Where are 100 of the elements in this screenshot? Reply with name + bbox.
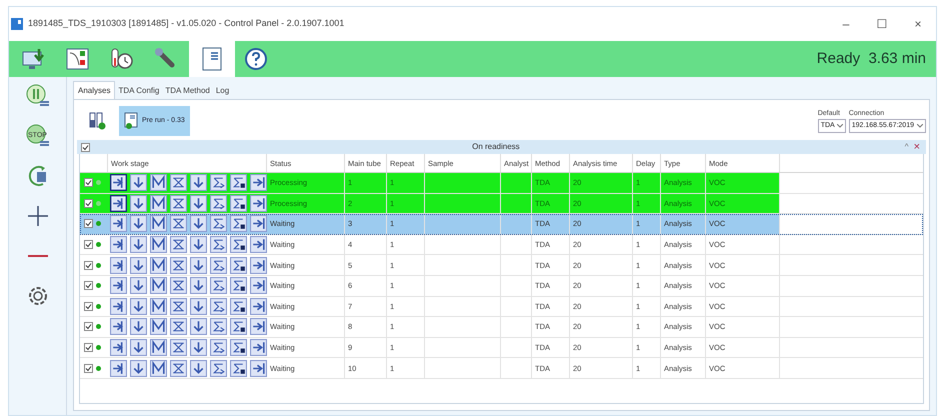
work-stage-icon[interactable] — [150, 360, 167, 377]
work-stage-icon[interactable] — [110, 360, 127, 377]
work-stage-icon[interactable] — [230, 298, 247, 315]
close-button[interactable]: × — [900, 15, 936, 33]
collapse-button[interactable]: ^ — [902, 141, 912, 153]
table-cell — [501, 173, 532, 193]
work-stage-icon[interactable] — [130, 256, 147, 274]
work-stage-icon[interactable] — [230, 277, 247, 294]
work-stage-icon[interactable] — [130, 339, 147, 356]
check-icon — [82, 144, 89, 150]
work-stage-icon[interactable] — [190, 256, 207, 274]
minus-icon[interactable] — [28, 255, 48, 257]
work-stage-icon[interactable] — [250, 277, 267, 294]
work-stage-icon[interactable] — [110, 277, 127, 294]
check-icon — [85, 364, 92, 372]
check-icon — [85, 179, 92, 186]
work-stage-icon[interactable] — [250, 318, 267, 336]
group-checkbox[interactable] — [81, 142, 90, 152]
work-stage-icon[interactable] — [130, 360, 147, 377]
work-stage-icon[interactable] — [230, 236, 247, 254]
work-stage-icon[interactable] — [210, 318, 227, 336]
row-checkbox[interactable] — [84, 364, 93, 373]
check-icon — [85, 241, 92, 248]
tab[interactable]: TDA Config — [115, 83, 162, 99]
work-stage-icon[interactable] — [110, 339, 127, 356]
work-stage-icon[interactable] — [210, 360, 227, 377]
work-stage-icon[interactable] — [170, 236, 187, 254]
work-stage-icon[interactable] — [230, 174, 247, 192]
check-icon — [85, 323, 92, 330]
work-stage-icon[interactable] — [190, 277, 207, 294]
maximize-button[interactable]: ☐ — [864, 15, 900, 33]
work-stage-icon[interactable] — [210, 339, 227, 356]
work-stage-icon[interactable] — [230, 215, 247, 232]
work-stage-icon[interactable] — [210, 277, 227, 294]
work-stage-icon[interactable] — [170, 298, 187, 315]
work-stage-icon[interactable] — [230, 318, 247, 336]
row-checkbox[interactable] — [84, 260, 93, 270]
row-checkbox[interactable] — [84, 240, 93, 250]
tab[interactable]: Log — [212, 83, 232, 99]
tubes-icon — [87, 111, 107, 131]
check-icon — [85, 220, 92, 228]
pause-list-icon — [24, 83, 50, 109]
work-stage-icon[interactable] — [230, 339, 247, 356]
tab[interactable]: TDA Method — [162, 83, 213, 99]
work-stage-icon[interactable] — [190, 360, 207, 377]
row-checkbox[interactable] — [84, 219, 93, 228]
work-stage-icon[interactable] — [150, 318, 167, 336]
work-stage-icon[interactable] — [210, 236, 227, 254]
work-stage-icon[interactable] — [130, 277, 147, 294]
row-checkbox[interactable] — [84, 322, 93, 332]
work-stage-icon[interactable] — [150, 236, 167, 254]
work-stage-icon[interactable] — [250, 256, 267, 274]
check-icon — [85, 262, 92, 269]
work-stage-icon[interactable] — [150, 298, 167, 315]
work-stage-icon[interactable] — [150, 256, 167, 274]
row-checkbox[interactable] — [84, 302, 93, 311]
work-stage-icon[interactable] — [130, 236, 147, 254]
status-text: Ready 3.63 min — [816, 48, 926, 69]
app-icon — [11, 18, 23, 30]
work-stage-icon[interactable] — [130, 298, 147, 315]
work-stage-icon[interactable] — [170, 256, 187, 274]
check-icon — [85, 302, 92, 310]
minimize-button[interactable]: – — [828, 15, 864, 33]
work-stage-icon[interactable] — [170, 339, 187, 356]
close-button[interactable]: × — [912, 142, 922, 152]
work-stage-icon[interactable] — [110, 318, 127, 336]
row-checkbox[interactable] — [84, 198, 93, 208]
monitor-download-icon — [21, 46, 47, 72]
work-stage-icon[interactable] — [170, 318, 187, 336]
work-stage-icon[interactable] — [110, 256, 127, 274]
row-checkbox[interactable] — [84, 343, 93, 352]
row-checkbox[interactable] — [84, 281, 93, 290]
work-stage-icon[interactable] — [250, 360, 267, 377]
tab[interactable]: Analyses — [73, 81, 116, 99]
work-stage-icon[interactable] — [150, 277, 167, 294]
work-stage-icon[interactable] — [170, 277, 187, 294]
work-stage-icon[interactable] — [190, 298, 207, 315]
work-stage-icon[interactable] — [190, 318, 207, 336]
work-stage-icon[interactable] — [110, 298, 127, 315]
work-stage-icon[interactable] — [250, 298, 267, 315]
help-icon — [243, 46, 269, 72]
work-stage-icon[interactable] — [110, 236, 127, 254]
row-checkbox[interactable] — [84, 178, 93, 188]
work-stage-icon[interactable] — [210, 256, 227, 274]
work-stage-icon[interactable] — [210, 298, 227, 315]
work-stage-icon[interactable] — [150, 339, 167, 356]
work-stage-icon[interactable] — [130, 318, 147, 336]
work-stage-icon[interactable] — [110, 194, 127, 212]
work-stage-icon[interactable] — [230, 194, 247, 212]
work-stage-icon[interactable] — [230, 360, 247, 377]
work-stage-icon[interactable] — [190, 339, 207, 356]
work-stage-icon[interactable] — [250, 236, 267, 254]
group-title: On readiness — [471, 141, 521, 153]
work-stage-icon[interactable] — [170, 360, 187, 377]
work-stage-icon[interactable] — [250, 339, 267, 356]
work-stage-icon[interactable] — [110, 174, 127, 192]
table-cell — [501, 214, 532, 234]
table-cell — [501, 194, 532, 214]
work-stage-icon[interactable] — [190, 236, 207, 254]
work-stage-icon[interactable] — [230, 256, 247, 274]
